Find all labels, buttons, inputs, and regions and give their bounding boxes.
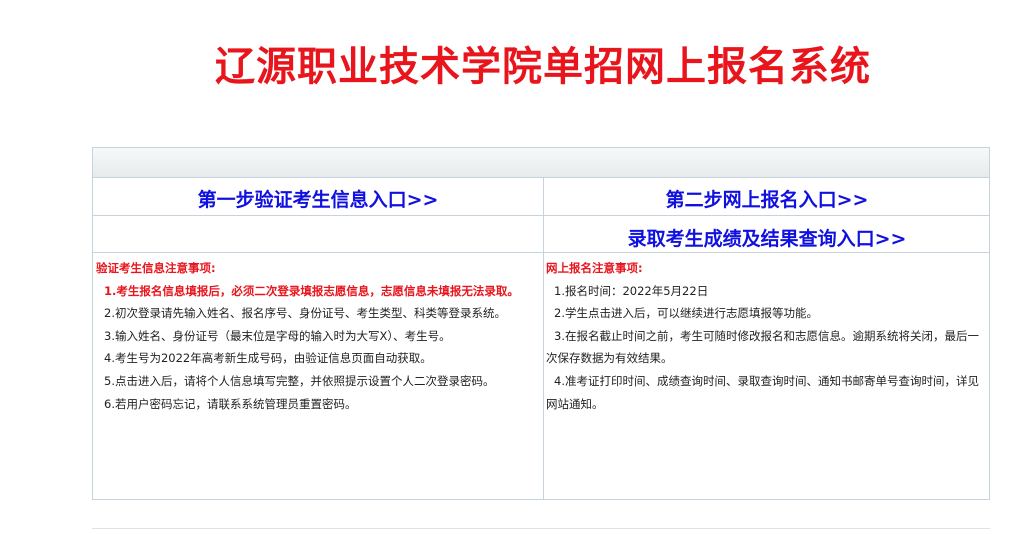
footer-divider <box>92 528 990 529</box>
step2-register-link[interactable]: 第二步网上报名入口>> <box>544 185 990 212</box>
registration-note-item: 3.在报名截止时间之前，考生可随时修改报名和志愿信息。逾期系统将关闭，最后一次保… <box>546 328 979 366</box>
verify-note-item: 4.考生号为2022年高考新生成号码，由验证信息页面自动获取。 <box>104 351 432 366</box>
verify-notes: 验证考生信息注意事项: 1.考生报名信息填报后，必须二次登录填报志愿信息，志愿信… <box>96 257 540 415</box>
row-divider-1 <box>93 215 989 216</box>
verify-note-item: 6.若用户密码忘记，请联系系统管理员重置密码。 <box>104 396 357 411</box>
verify-notes-heading: 验证考生信息注意事项: <box>96 261 216 275</box>
step1-verify-link[interactable]: 第一步验证考生信息入口>> <box>93 185 543 212</box>
page-title: 辽源职业技术学院单招网上报名系统 <box>215 44 871 90</box>
registration-note-item: 1.报名时间：2022年5月22日 <box>554 283 709 298</box>
registration-notes: 网上报名注意事项: 1.报名时间：2022年5月22日 2.学生点击进入后，可以… <box>546 257 986 415</box>
verify-note-item: 3.输入姓名、身份证号（最末位是字母的输入时为大写X）、考生号。 <box>104 328 451 343</box>
results-query-link[interactable]: 录取考生成绩及结果查询入口>> <box>544 224 990 251</box>
verify-note-item: 1.考生报名信息填报后，必须二次登录填报志愿信息，志愿信息未填报无法录取。 <box>104 283 519 298</box>
registration-note-item: 4.准考证打印时间、成绩查询时间、录取查询时间、通知书邮寄单号查询时间，详见网站… <box>546 373 979 411</box>
entry-panel: 第一步验证考生信息入口>> 第二步网上报名入口>> 录取考生成绩及结果查询入口>… <box>92 147 990 500</box>
registration-notes-heading: 网上报名注意事项: <box>546 261 643 275</box>
verify-note-item: 5.点击进入后，请将个人信息填写完整，并依照提示设置个人二次登录密码。 <box>104 373 495 388</box>
row-divider-2 <box>93 252 989 253</box>
panel-header-bar <box>93 148 989 178</box>
verify-note-item: 2.初次登录请先输入姓名、报名序号、身份证号、考生类型、科类等登录系统。 <box>104 306 506 321</box>
registration-note-item: 2.学生点击进入后，可以继续进行志愿填报等功能。 <box>554 306 818 321</box>
